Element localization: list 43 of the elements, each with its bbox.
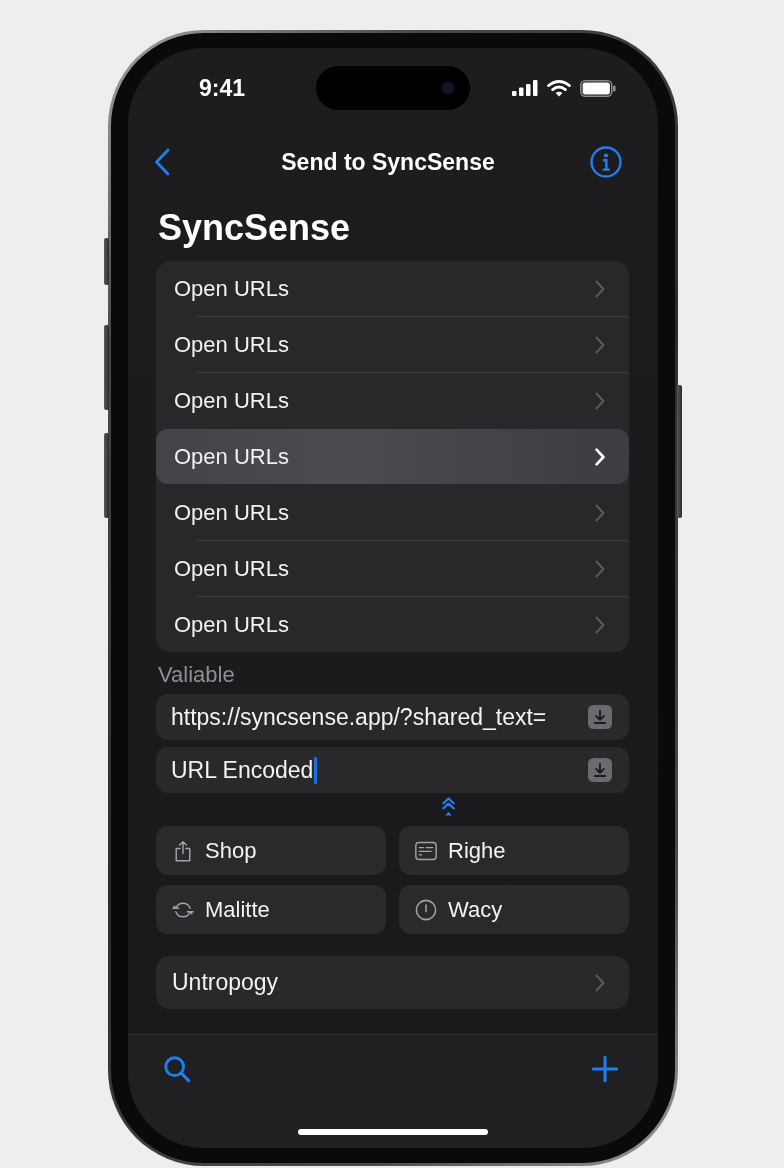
action-row[interactable]: Open URLs	[156, 261, 629, 316]
action-button[interactable]: Wacy	[399, 885, 629, 934]
chevron-right-icon	[595, 279, 605, 298]
chevron-right-icon	[595, 447, 605, 466]
chevron-right-icon	[595, 559, 605, 578]
section-label: Valiable	[158, 663, 235, 687]
battery-icon	[580, 79, 616, 97]
action-row[interactable]: Open URLs	[156, 597, 629, 652]
camera-lens-icon	[442, 82, 454, 94]
card-icon	[415, 839, 437, 862]
search-icon[interactable]	[163, 1055, 191, 1083]
action-button[interactable]: Righe	[399, 826, 629, 875]
plus-icon[interactable]	[591, 1055, 619, 1083]
text-field[interactable]: URL Encoded	[156, 747, 629, 793]
double-chevron-up-icon[interactable]	[441, 796, 456, 817]
chevron-right-icon	[595, 615, 605, 634]
nav-title: Send to SyncSense	[281, 148, 495, 176]
back-icon[interactable]	[154, 148, 170, 176]
side-button[interactable]	[104, 433, 109, 518]
action-button[interactable]: Malitte	[156, 885, 386, 934]
side-button[interactable]	[104, 325, 109, 410]
download-icon[interactable]	[588, 758, 612, 782]
signal-icon	[512, 80, 538, 96]
clock-icon	[415, 898, 437, 921]
action-row[interactable]: Open URLs	[156, 485, 629, 540]
action-row[interactable]: Open URLs	[156, 317, 629, 372]
chevron-right-icon	[595, 973, 605, 992]
status-time: 9:41	[198, 74, 245, 102]
action-row[interactable]: Open URLs	[156, 373, 629, 428]
download-icon[interactable]	[588, 705, 612, 729]
page-title: SyncSense	[158, 206, 351, 250]
menu-row[interactable]: Untropogy	[156, 956, 629, 1009]
side-button[interactable]	[677, 385, 682, 518]
wifi-icon	[547, 79, 571, 97]
chevron-right-icon	[595, 335, 605, 354]
info-icon[interactable]	[590, 146, 622, 178]
action-row[interactable]: Open URLs	[156, 429, 629, 484]
side-button[interactable]	[104, 238, 109, 285]
chevron-right-icon	[595, 391, 605, 410]
action-row[interactable]: Open URLs	[156, 541, 629, 596]
chevron-right-icon	[595, 503, 605, 522]
action-button[interactable]: Shop	[156, 826, 386, 875]
text-field[interactable]: https://syncsense.app/?shared_text=	[156, 694, 629, 740]
